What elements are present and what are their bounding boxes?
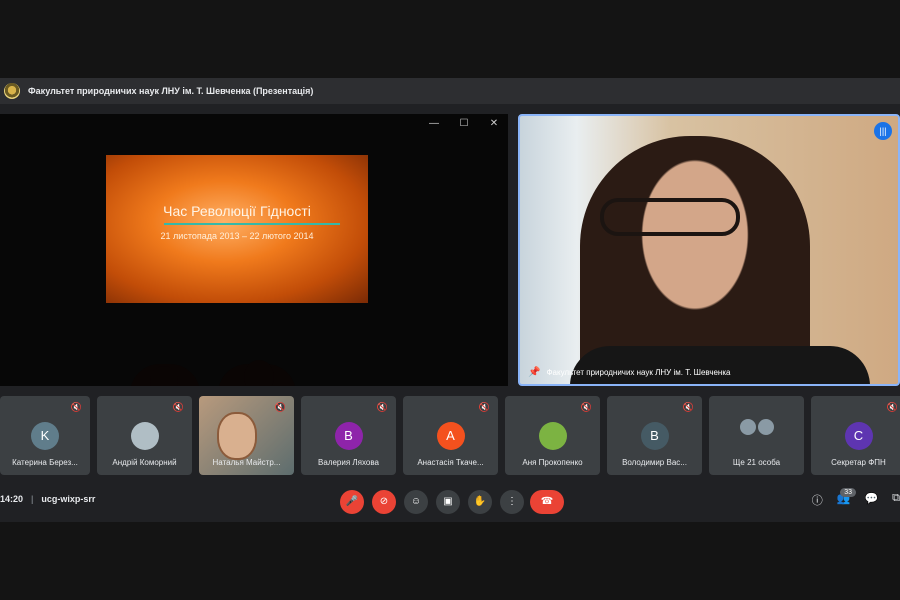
avatar (756, 418, 775, 436)
title-bar: Факультет природничих наук ЛНУ ім. Т. Ше… (0, 78, 900, 104)
participant-tile[interactable]: 🔇 В Валерия Ляхова (301, 396, 396, 475)
pinned-label: 📌 Факультет природничих наук ЛНУ ім. Т. … (528, 367, 730, 378)
projected-slide: Час Революції Гідності 21 листопада 2013… (106, 155, 368, 303)
participant-tile[interactable]: 🔇 Аня Прокопенко (505, 396, 600, 475)
avatar (130, 422, 159, 450)
activities-icon[interactable]: ⧉ (892, 492, 900, 508)
present-icon[interactable]: ▣ (436, 490, 460, 514)
side-tools: ⓘ 👥 💬 ⧉ 33 (812, 488, 900, 508)
meet-window: Факультет природничих наук ЛНУ ім. Т. Ше… (0, 78, 900, 522)
participant-tile[interactable]: 🔇 В Володимир Вас... (607, 396, 702, 475)
participant-name: Ще 21 особа (732, 458, 781, 467)
close-icon[interactable]: ✕ (488, 118, 500, 129)
participant-name: Володимир Вас... (622, 458, 687, 467)
mic-muted-icon: 🔇 (886, 402, 898, 412)
pin-icon[interactable]: 📌 (528, 367, 540, 378)
slide-subtitle: 21 листопада 2013 – 22 лютого 2014 (160, 231, 314, 241)
avatar: K (31, 422, 59, 450)
mic-off-icon[interactable]: 🎤 (340, 490, 364, 514)
audience-head (244, 360, 274, 386)
avatar: С (844, 422, 873, 450)
participant-tile[interactable]: 🔇 А Анастасія Ткаче... (403, 396, 498, 475)
mic-muted-icon: 🔇 (70, 402, 82, 412)
chat-icon[interactable]: 💬 (864, 492, 878, 508)
participant-name: Валерия Ляхова (318, 458, 379, 467)
avatar: В (640, 422, 669, 450)
participant-name: Андрій Коморний (112, 458, 177, 467)
separator: | (31, 494, 34, 504)
avatar (738, 418, 757, 436)
screen: Факультет природничих наук ЛНУ ім. Т. Ше… (0, 0, 900, 600)
participant-tile[interactable]: 🔇 Наталья Майстр... (199, 396, 294, 475)
participant-tile[interactable]: 🔇 K Катерина Берез... (0, 396, 90, 475)
window-title: Факультет природничих наук ЛНУ ім. Т. Ше… (28, 86, 314, 96)
mic-muted-icon: 🔇 (478, 402, 490, 412)
speaker-glasses (600, 198, 740, 236)
faculty-logo-icon (4, 83, 20, 99)
mic-muted-icon: 🔇 (376, 402, 388, 412)
more-icon[interactable]: ⋮ (500, 490, 524, 514)
speaker-shirt (570, 346, 870, 384)
mic-muted-icon: 🔇 (580, 402, 592, 412)
participant-strip: 🔇 K Катерина Берез... 🔇 Андрій Коморний 🔇 Ната… (0, 396, 900, 476)
raise-hand-icon[interactable]: ✋ (468, 490, 492, 514)
info-icon[interactable]: ⓘ (812, 492, 823, 508)
slide-underline (164, 223, 340, 225)
meeting-toolbar: 14:20 | ucg-wixp-srr 🎤 ⊘ ☺ ▣ ✋ ⋮ ☎ ⓘ 👥 💬… (0, 482, 900, 522)
participant-tile[interactable]: Ще 21 особа (709, 396, 804, 475)
mic-muted-icon: 🔇 (172, 402, 184, 412)
participant-name: Катерина Берез... (12, 458, 78, 467)
audio-level-icon: ||| (874, 122, 892, 140)
minimize-icon[interactable]: — (428, 118, 440, 129)
participant-tile[interactable]: 🔇 С Секретар ФПН (811, 396, 900, 475)
mic-muted-icon: 🔇 (274, 402, 286, 412)
participant-count: 33 (840, 488, 856, 497)
maximize-icon[interactable]: ☐ (458, 118, 470, 129)
participant-name: Секретар ФПН (831, 458, 886, 467)
pinned-name: Факультет природничих наук ЛНУ ім. Т. Ше… (546, 368, 731, 377)
presentation-stage[interactable]: — ☐ ✕ Час Революції Гідності 21 листопад… (0, 114, 508, 386)
participant-name: Наталья Майстр... (212, 458, 281, 467)
slide-title: Час Революції Гідності (163, 203, 311, 219)
avatar-group (738, 418, 775, 436)
avatar: В (334, 422, 363, 450)
emoji-icon[interactable]: ☺ (404, 490, 428, 514)
avatar (538, 422, 567, 450)
clock-time: 14:20 (0, 494, 24, 504)
participant-name: Аня Прокопенко (522, 458, 583, 467)
avatar: А (436, 422, 465, 450)
participant-tile[interactable]: 🔇 Андрій Коморний (97, 396, 192, 475)
end-call-icon[interactable]: ☎ (530, 490, 564, 514)
meeting-info: 14:20 | ucg-wixp-srr (0, 494, 95, 504)
camera-off-icon[interactable]: ⊘ (372, 490, 396, 514)
meeting-code: ucg-wixp-srr (41, 494, 96, 504)
participant-video (217, 412, 257, 460)
pinned-video[interactable]: ||| 📌 Факультет природничих наук ЛНУ ім.… (518, 114, 900, 386)
participant-name: Анастасія Ткаче... (417, 458, 484, 467)
presentation-window-controls: — ☐ ✕ (428, 118, 500, 129)
mic-muted-icon: 🔇 (682, 402, 694, 412)
